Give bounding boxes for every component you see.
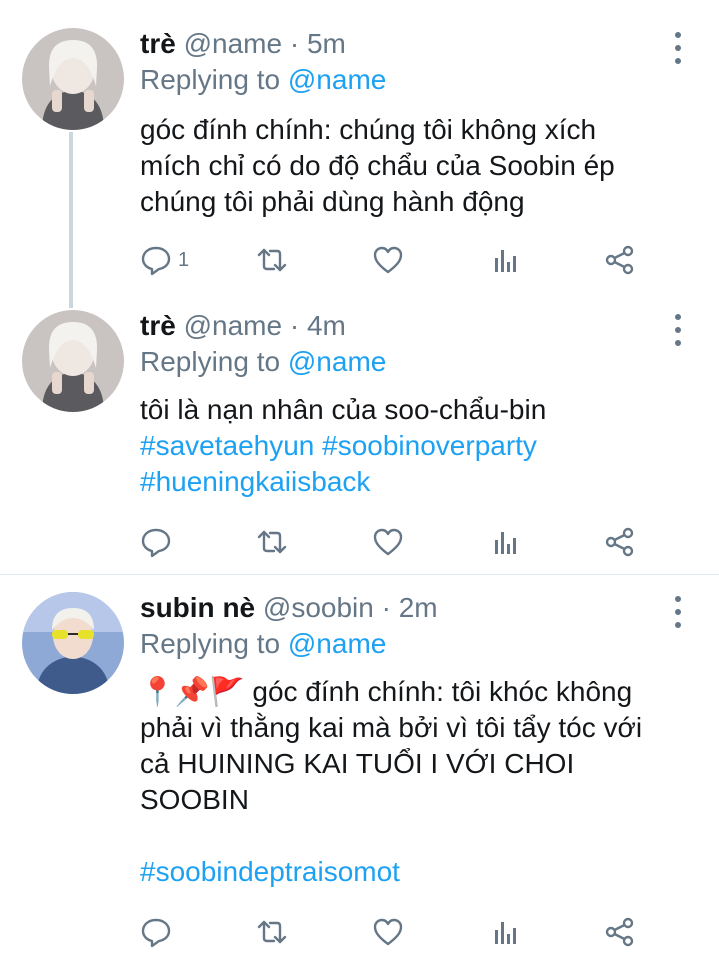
reply-icon: [141, 918, 171, 948]
like-icon: [373, 918, 403, 946]
retweet-icon: [257, 920, 287, 944]
tweet-text-segment: góc đính chính: tôi khóc không: [244, 676, 633, 707]
replying-to: Replying to @name: [140, 628, 386, 660]
hashtag-line[interactable]: #soobindeptraisomot: [140, 854, 700, 890]
share-icon: [605, 917, 634, 947]
like-button[interactable]: [372, 912, 404, 952]
avatar[interactable]: [22, 592, 124, 694]
timestamp[interactable]: 2m: [399, 592, 438, 623]
avatar-image: [22, 592, 124, 694]
tweet-text: 📍📌🚩 góc đính chính: tôi khóc không phải …: [140, 674, 700, 890]
share-button[interactable]: [604, 912, 636, 952]
tweet-text-line: SOOBIN: [140, 784, 249, 815]
display-name[interactable]: subin nè: [140, 592, 255, 623]
reply-button[interactable]: [140, 912, 178, 952]
separator: ·: [381, 592, 391, 623]
tweet-actions: [140, 912, 640, 952]
tweet-header: subin nè @soobin · 2m: [140, 592, 438, 624]
analytics-icon: [495, 922, 516, 944]
emoji-pins: 📍📌🚩: [140, 676, 245, 707]
user-handle[interactable]: @soobin: [263, 592, 374, 623]
tweet-text-line: cả HUINING KAI TUỔI I VỚI CHOI: [140, 748, 575, 779]
more-icon[interactable]: [668, 592, 688, 632]
mention-link[interactable]: @name: [288, 628, 386, 659]
tweet-text-line: phải vì thằng kai mà bởi vì tôi tẩy tóc …: [140, 712, 643, 743]
replying-prefix: Replying to: [140, 628, 281, 659]
retweet-button[interactable]: [256, 912, 288, 952]
tweet[interactable]: subin nè @soobin · 2m Replying to @name …: [0, 0, 719, 962]
analytics-button[interactable]: [490, 912, 522, 952]
tweet-text-line: 📍📌🚩 góc đính chính: tôi khóc không: [140, 674, 700, 710]
